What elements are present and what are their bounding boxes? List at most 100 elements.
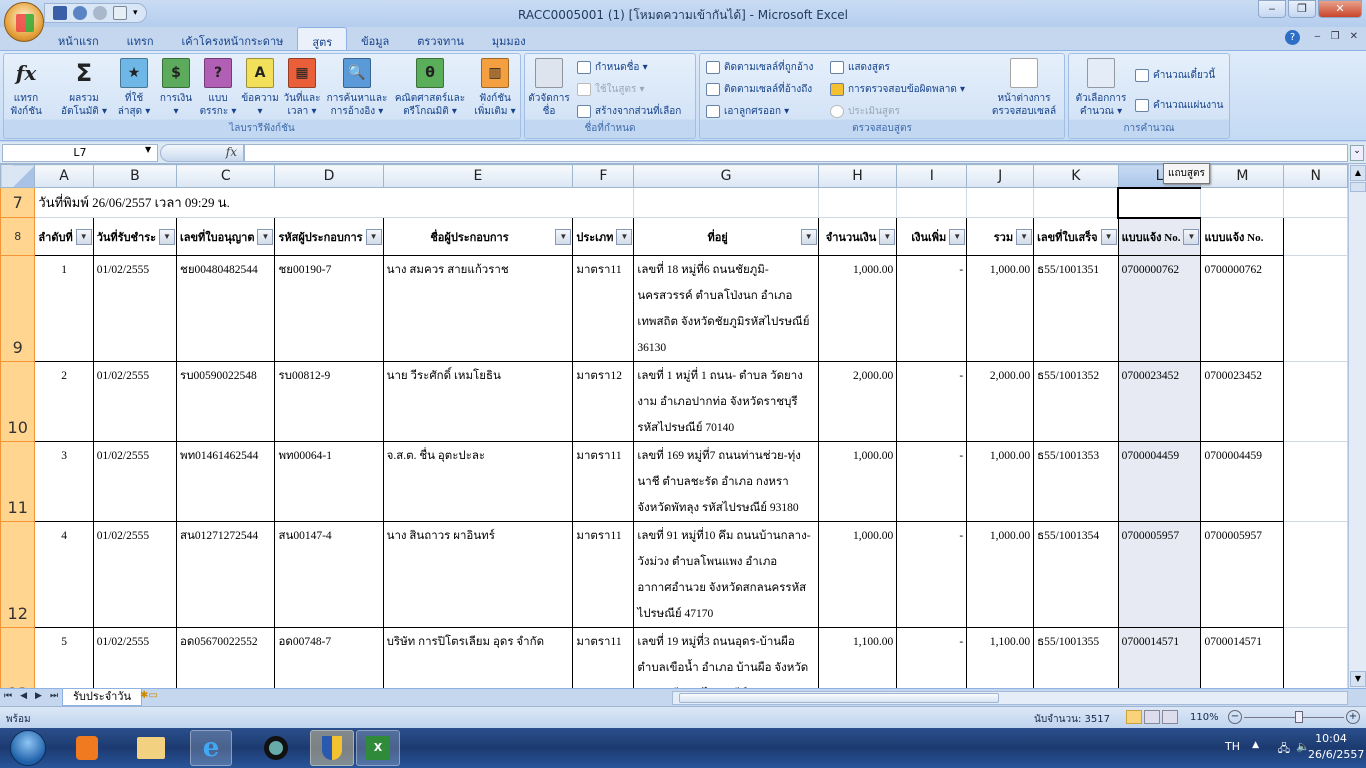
cell[interactable]: 1 [34, 255, 94, 362]
cell[interactable]: - [896, 441, 968, 522]
cell[interactable] [1283, 217, 1348, 256]
expand-formula-bar-icon[interactable]: ⌄ [1350, 145, 1364, 161]
cell[interactable]: ธ55/1001353 [1033, 441, 1119, 522]
cell[interactable]: มาตรา11 [572, 627, 635, 688]
insert-function-button[interactable]: fx แทรก ฟังก์ชัน [6, 58, 46, 118]
column-header-j[interactable]: J [966, 164, 1035, 188]
cell[interactable]: 0700004459 [1117, 441, 1202, 522]
cell[interactable]: มาตรา11 [572, 441, 635, 522]
cell[interactable]: บริษัท การปิโตรเลียม อุดร จำกัด [382, 627, 574, 688]
media-player-icon[interactable] [66, 730, 108, 766]
cell[interactable]: ธ55/1001352 [1033, 361, 1119, 442]
column-filter-header[interactable]: จำนวนเงิน ▼ [817, 217, 898, 256]
tab-data[interactable]: ข้อมูล [347, 27, 403, 50]
more-functions-button[interactable]: ▥ ฟังก์ชัน เพิ่มเติม ▾ [470, 58, 520, 118]
cell[interactable]: เลขที่ 19 หมู่ที่3 ถนนอุดร-บ้านผือ ตำบลเ… [633, 627, 819, 688]
recently-used-button[interactable]: ★ ที่ใช้ ล่าสุด ▾ [112, 58, 156, 118]
active-cell-l7[interactable] [1117, 186, 1202, 219]
cell[interactable]: - [896, 627, 968, 688]
column-filter-header[interactable]: ชื่อผู้ประกอบการ ▼ [382, 217, 574, 256]
trace-dependents-button[interactable]: ติดตามเซลล์ที่อ้างถึง [706, 82, 812, 97]
column-header-m[interactable]: M [1200, 164, 1285, 188]
excel-taskbar-icon[interactable]: X [356, 730, 400, 766]
normal-view-icon[interactable] [1126, 710, 1142, 724]
evaluate-formula-button[interactable]: ประเมินสูตร [830, 104, 900, 119]
tab-page-layout[interactable]: เค้าโครงหน้ากระดาษ [168, 27, 298, 50]
cell[interactable]: 01/02/2555 [92, 521, 178, 628]
print-preview-icon[interactable] [113, 6, 127, 20]
language-indicator[interactable]: TH [1225, 740, 1240, 753]
name-box-dropdown-icon[interactable]: ▼ [145, 145, 151, 154]
column-filter-header[interactable]: เงินเพิ่ม ▼ [896, 217, 968, 256]
select-all-corner[interactable] [0, 164, 36, 188]
cell[interactable] [1283, 361, 1348, 442]
name-box[interactable]: L7 [2, 144, 158, 162]
row-header[interactable]: 10 [0, 361, 36, 442]
zoom-level[interactable]: 110% [1190, 712, 1219, 723]
date-time-button[interactable]: ▦ วันที่และ เวลา ▾ [280, 58, 324, 118]
tab-review[interactable]: ตรวจทาน [403, 27, 478, 50]
office-button[interactable] [4, 2, 44, 42]
cell[interactable]: มาตรา11 [572, 255, 635, 362]
workbook-restore-icon[interactable]: ❐ [1331, 31, 1340, 42]
cell[interactable]: 1,000.00 [966, 521, 1035, 628]
cell[interactable]: สน01271272544 [176, 521, 276, 628]
cell[interactable]: อด05670022552 [176, 627, 276, 688]
math-trig-button[interactable]: θ คณิตศาสตร์และ ตรีโกณมิติ ▾ [392, 58, 468, 118]
column-header-c[interactable]: C [176, 164, 276, 188]
define-name-button[interactable]: กำหนดชื่อ ▾ [577, 60, 648, 75]
cell[interactable]: ธ55/1001351 [1033, 255, 1119, 362]
start-button[interactable] [10, 730, 46, 766]
app-c-icon[interactable] [255, 730, 297, 766]
filter-dropdown-icon[interactable]: ▼ [365, 228, 382, 245]
first-sheet-icon[interactable]: ⏮ [4, 691, 12, 701]
internet-explorer-icon[interactable]: e [190, 730, 232, 766]
cell[interactable]: ธ55/1001354 [1033, 521, 1119, 628]
cell[interactable]: 4 [34, 521, 94, 628]
column-header-g[interactable]: G [633, 164, 819, 188]
cell[interactable]: เลขที่ 1 หมู่ที่ 1 ถนน- ตำบล วัดยางงาม อ… [633, 361, 819, 442]
row-header[interactable]: 9 [0, 255, 36, 362]
column-filter-header[interactable]: วันที่รับชำระ ▼ [92, 217, 178, 256]
cell[interactable]: 0700005957 [1200, 521, 1285, 628]
cell[interactable]: รบ00812-9 [274, 361, 384, 442]
name-manager-button[interactable]: ตัวจัดการ ชื่อ [527, 58, 571, 118]
cell[interactable]: 0700000762 [1200, 255, 1285, 362]
cell[interactable] [817, 187, 898, 218]
cell[interactable]: 1,000.00 [817, 521, 898, 628]
filter-dropdown-icon[interactable]: ▼ [75, 228, 92, 245]
row-header[interactable]: 8 [0, 217, 36, 256]
row-header[interactable]: 12 [0, 521, 36, 628]
calculation-options-button[interactable]: ตัวเลือกการ คำนวณ ▾ [1071, 58, 1131, 118]
show-hidden-icons[interactable]: ▲ [1252, 740, 1259, 750]
scroll-thumb[interactable] [1350, 182, 1366, 192]
filter-dropdown-icon[interactable]: ▼ [1183, 228, 1200, 245]
tab-insert[interactable]: แทรก [113, 27, 168, 50]
column-filter-header[interactable]: เลขที่ใบอนุญาต ▼ [176, 217, 276, 256]
column-header-e[interactable]: E [382, 164, 574, 188]
row-header[interactable]: 13 [0, 627, 36, 688]
clock[interactable]: 10:04 26/6/2557 [1308, 732, 1364, 761]
text-button[interactable]: A ข้อความ ▾ [238, 58, 282, 118]
filter-dropdown-icon[interactable]: ▼ [949, 228, 966, 245]
zoom-slider-thumb[interactable] [1295, 711, 1303, 723]
horizontal-scrollbar[interactable] [672, 691, 1348, 705]
help-icon[interactable]: ? [1285, 30, 1300, 45]
cell[interactable]: มาตรา11 [572, 521, 635, 628]
cell[interactable]: 0700005957 [1117, 521, 1202, 628]
customize-qat-icon[interactable]: ▾ [133, 8, 138, 18]
insert-sheet-icon[interactable]: ✱▭ [140, 690, 166, 705]
cell[interactable] [1283, 187, 1348, 218]
cell[interactable]: ชย00190-7 [274, 255, 384, 362]
cell[interactable]: รบ00590022548 [176, 361, 276, 442]
column-filter-header[interactable]: แบบแจ้ง No. ▼ [1117, 217, 1202, 256]
column-header-n[interactable]: N [1283, 164, 1348, 188]
cell[interactable]: จ.ส.ต. ชื่น อุตะปะละ [382, 441, 574, 522]
cell[interactable]: 0700014571 [1117, 627, 1202, 688]
column-filter-header[interactable]: แบบแจ้ง No. [1200, 217, 1285, 256]
last-sheet-icon[interactable]: ⏭ [50, 691, 58, 701]
column-header-f[interactable]: F [572, 164, 635, 188]
cell[interactable]: เลขที่ 169 หมู่ที่7 ถนนท่านช่วย-ทุ่งนาชี… [633, 441, 819, 522]
zoom-slider-track[interactable] [1244, 717, 1344, 718]
cell[interactable]: นาย วีระศักดิ์ เหมโยธิน [382, 361, 574, 442]
